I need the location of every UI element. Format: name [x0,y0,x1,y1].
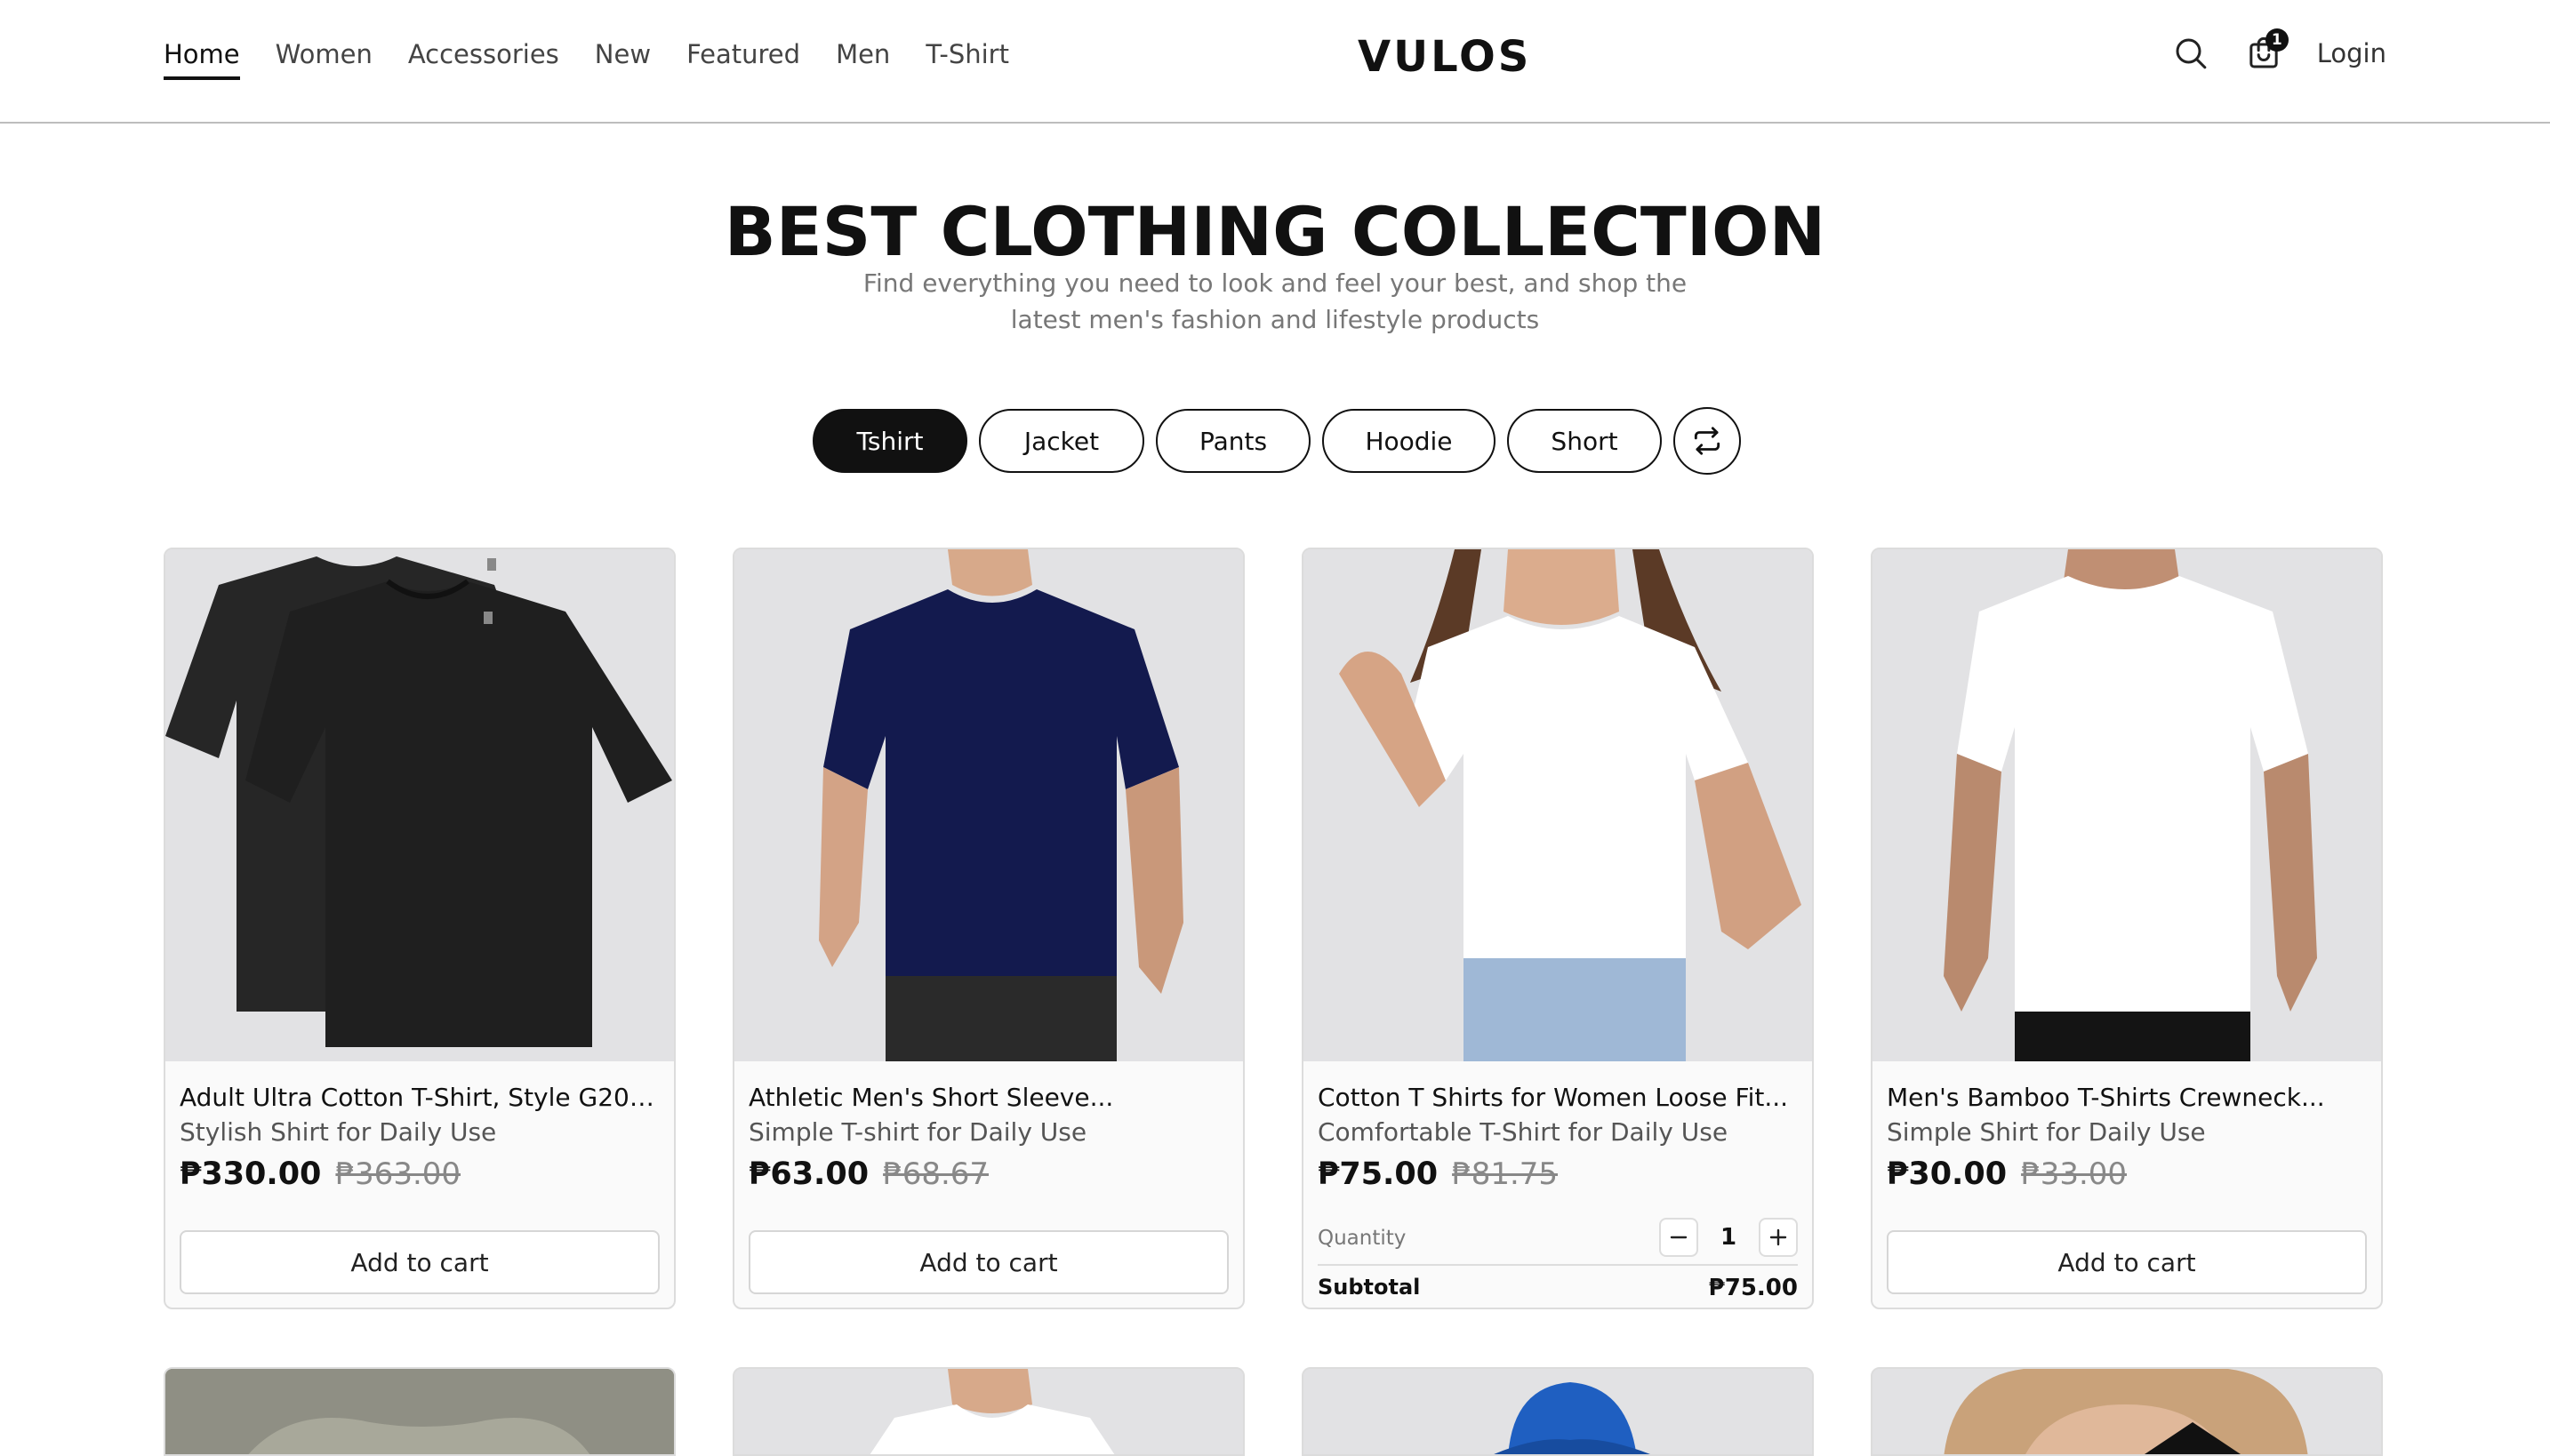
product-card-partial[interactable] [1871,1367,2383,1456]
product-old-price: ₱363.00 [335,1156,461,1192]
shuffle-button[interactable] [1673,407,1741,475]
product-title[interactable]: Athletic Men's Short Sleeve... [749,1081,1229,1115]
subtotal-label: Subtotal [1318,1275,1421,1300]
header-actions: 1 Login [2171,28,2386,73]
product-image-partial [165,1369,674,1454]
product-card[interactable]: Cotton T Shirts for Women Loose Fit... C… [1302,548,1814,1309]
main-nav: Home Women Accessories New Featured Men … [164,39,1009,80]
price-row: ₱63.00 ₱68.67 [749,1150,1229,1198]
product-card[interactable]: Adult Ultra Cotton T-Shirt, Style G2000,… [164,548,676,1309]
product-old-price: ₱81.75 [1452,1156,1559,1192]
add-to-cart-button[interactable]: Add to cart [1887,1230,2367,1294]
product-info: Men's Bamboo T-Shirts Crewneck... Simple… [1887,1081,2367,1294]
price-row: ₱75.00 ₱81.75 [1318,1150,1798,1198]
product-image-partial [734,1369,1243,1454]
product-image[interactable] [1303,549,1812,1061]
subtotal-row: Subtotal ₱75.00 [1318,1271,1798,1307]
product-image-partial [1872,1369,2381,1454]
page-subtitle: Find everything you need to look and fee… [862,268,1688,334]
product-title[interactable]: Cotton T Shirts for Women Loose Fit... [1318,1081,1798,1115]
quantity-value: 1 [1720,1224,1737,1251]
page-title: BEST CLOTHING COLLECTION [724,192,1826,271]
product-image[interactable] [1872,549,2381,1061]
site-header: Home Women Accessories New Featured Men … [0,0,2550,124]
product-title[interactable]: Adult Ultra Cotton T-Shirt, Style G2000,… [180,1081,660,1115]
price-row: ₱30.00 ₱33.00 [1887,1150,2367,1198]
product-title[interactable]: Men's Bamboo T-Shirts Crewneck... [1887,1081,2367,1115]
filter-jacket[interactable]: Jacket [979,409,1144,473]
add-to-cart-button[interactable]: Add to cart [180,1230,660,1294]
quantity-label: Quantity [1318,1227,1407,1250]
product-old-price: ₱33.00 [2021,1156,2128,1192]
nav-item-home[interactable]: Home [164,39,240,80]
filter-hoodie[interactable]: Hoodie [1322,409,1496,473]
filter-short[interactable]: Short [1507,409,1662,473]
cart-count-badge: 1 [2265,28,2289,52]
product-subtitle: Comfortable T-Shirt for Daily Use [1318,1117,1728,1147]
decrease-quantity-button[interactable] [1659,1218,1698,1257]
plus-icon [1769,1228,1787,1246]
white-tshirt-woman-image [1303,549,1812,1061]
search-button[interactable] [2171,34,2210,73]
product-price: ₱330.00 [180,1156,322,1192]
product-image[interactable] [165,549,674,1061]
white-tshirt-man-image [1872,549,2381,1061]
login-link[interactable]: Login [2317,38,2386,68]
product-card-partial[interactable] [1302,1367,1814,1456]
cart-button[interactable]: 1 [2244,28,2289,73]
navy-tshirt-man-image [734,549,1243,1061]
quantity-stepper: 1 [1659,1218,1798,1257]
nav-item-accessories[interactable]: Accessories [408,39,559,80]
nav-item-featured[interactable]: Featured [686,39,800,80]
product-card-partial[interactable] [733,1367,1245,1456]
product-price: ₱30.00 [1887,1156,2008,1192]
search-icon [2176,38,2207,69]
product-info: Adult Ultra Cotton T-Shirt, Style G2000,… [180,1081,660,1294]
nav-item-tshirt[interactable]: T-Shirt [926,39,1009,80]
price-row: ₱330.00 ₱363.00 [180,1150,660,1198]
product-subtitle: Simple T-shirt for Daily Use [749,1117,1087,1147]
minus-icon [1670,1236,1688,1239]
product-card-partial[interactable] [164,1367,676,1456]
product-subtitle: Stylish Shirt for Daily Use [180,1117,497,1147]
quantity-row: Quantity 1 [1318,1212,1798,1266]
product-price: ₱63.00 [749,1156,870,1192]
nav-item-men[interactable]: Men [836,39,890,80]
nav-item-new[interactable]: New [595,39,651,80]
product-image[interactable] [734,549,1243,1061]
add-to-cart-button[interactable]: Add to cart [749,1230,1229,1294]
product-info: Athletic Men's Short Sleeve... Simple T-… [749,1081,1229,1294]
nav-item-women[interactable]: Women [276,39,373,80]
filter-pants[interactable]: Pants [1156,409,1311,473]
product-old-price: ₱68.67 [883,1156,990,1192]
product-info: Cotton T Shirts for Women Loose Fit... C… [1318,1081,1798,1301]
product-subtitle: Simple Shirt for Daily Use [1887,1117,2206,1147]
category-filters: Tshirt Jacket Pants Hoodie Short [813,407,1741,475]
increase-quantity-button[interactable] [1759,1218,1798,1257]
product-price: ₱75.00 [1318,1156,1439,1192]
product-card[interactable]: Athletic Men's Short Sleeve... Simple T-… [733,548,1245,1309]
black-tshirts-image [165,549,674,1061]
shuffle-icon [1694,427,1720,455]
product-card[interactable]: Men's Bamboo T-Shirts Crewneck... Simple… [1871,548,2383,1309]
subtotal-value: ₱75.00 [1708,1275,1798,1301]
brand-logo[interactable]: VULOS [1358,32,1531,82]
filter-tshirt[interactable]: Tshirt [813,409,967,473]
product-image-partial [1303,1369,1812,1454]
